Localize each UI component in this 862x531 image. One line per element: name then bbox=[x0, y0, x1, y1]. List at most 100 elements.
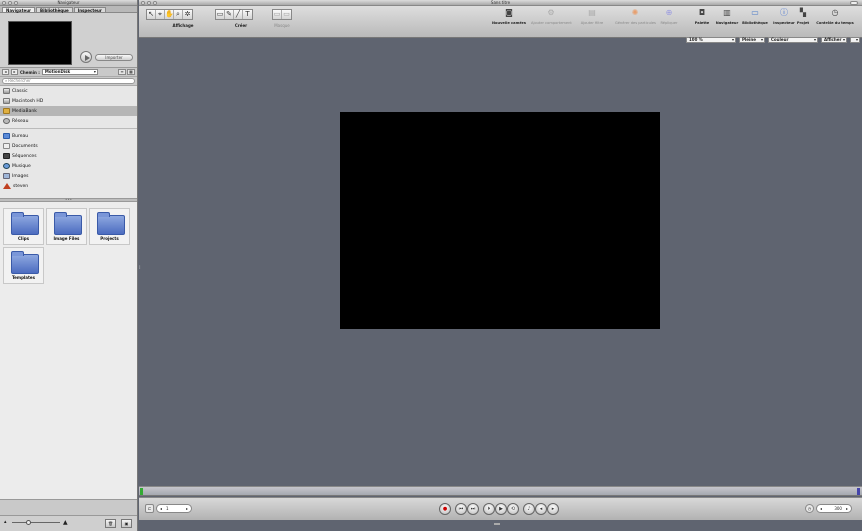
rectangle-mask-icon[interactable]: ▭ bbox=[273, 10, 282, 19]
library-label: Bibliothèque bbox=[742, 21, 768, 25]
field-stepper-icon[interactable]: ▸ bbox=[186, 505, 188, 512]
add-filter-label: Ajouter filtre bbox=[580, 21, 604, 25]
tab-inspecteur[interactable]: Inspecteur bbox=[73, 7, 106, 13]
field-stepper-icon[interactable]: ◂ bbox=[160, 505, 162, 512]
source-item-reseau[interactable]: Réseau bbox=[0, 116, 137, 126]
resize-grip-icon[interactable] bbox=[494, 523, 500, 525]
current-frame-field[interactable]: ◂ 1 ▸ bbox=[156, 504, 192, 513]
project-button[interactable]: ▚ Projet bbox=[792, 8, 814, 34]
search-input[interactable]: ⌕ Rechercher bbox=[2, 78, 135, 84]
record-button[interactable]: ● bbox=[439, 503, 451, 515]
field-stepper-icon[interactable]: ◂ bbox=[820, 505, 822, 512]
trash-button[interactable]: 🗑 bbox=[105, 519, 116, 528]
go-to-start-button[interactable]: ⏮ bbox=[455, 503, 467, 515]
anchor-tool-icon[interactable]: ⌖ bbox=[156, 10, 165, 19]
close-window-icon[interactable] bbox=[2, 1, 6, 5]
place-item-steven[interactable]: steven bbox=[0, 181, 137, 191]
replicate-label: Répliquer bbox=[660, 21, 678, 25]
library-button[interactable]: ▭ Bibliothèque bbox=[740, 8, 770, 34]
bezier-mask-icon[interactable]: ▭ bbox=[282, 10, 291, 19]
list-view-icon[interactable]: ≡ bbox=[118, 69, 126, 75]
source-item-classic[interactable]: Classic bbox=[0, 86, 137, 96]
playhead-start-marker[interactable] bbox=[140, 488, 143, 495]
icon-view-icon[interactable]: ▦ bbox=[127, 69, 135, 75]
place-item-documents[interactable]: Documents bbox=[0, 141, 137, 151]
layout-select[interactable] bbox=[850, 37, 860, 43]
file-tile-templates[interactable]: Templates bbox=[3, 247, 44, 284]
step-back-button[interactable]: ◂ bbox=[535, 503, 547, 515]
replicate-button[interactable]: ⊕ Répliquer bbox=[654, 8, 684, 34]
canvas-stage[interactable] bbox=[340, 112, 660, 329]
quality-select[interactable]: Pleine bbox=[739, 37, 765, 43]
import-button[interactable]: Importer bbox=[95, 54, 133, 61]
source-item-label: Réseau bbox=[12, 118, 29, 124]
place-item-label: Bureau bbox=[12, 133, 29, 139]
toolbar-toggle-button[interactable] bbox=[850, 1, 858, 5]
particles-icon: ✺ bbox=[631, 8, 639, 17]
channel-select[interactable]: Couleur bbox=[768, 37, 818, 43]
file-tile-clips[interactable]: Clips bbox=[3, 208, 44, 245]
close-window-icon[interactable] bbox=[141, 1, 145, 5]
file-tile-image-files[interactable]: Image Files bbox=[46, 208, 87, 245]
tab-navigateur[interactable]: Navigateur bbox=[2, 7, 36, 13]
place-item-label: Séquences bbox=[12, 153, 37, 159]
source-item-mediabank[interactable]: MediaBank bbox=[0, 106, 137, 116]
minimize-window-icon[interactable] bbox=[8, 1, 12, 5]
source-item-macintosh-hd[interactable]: Macintosh HD bbox=[0, 96, 137, 106]
forward-button[interactable]: ▸ bbox=[11, 69, 18, 75]
playhead-end-marker[interactable] bbox=[857, 488, 860, 495]
path-select[interactable]: MotionDisk bbox=[41, 69, 98, 75]
back-button[interactable]: ◂ bbox=[2, 69, 9, 75]
place-item-sequences[interactable]: Séquences bbox=[0, 151, 137, 161]
file-tile-projects[interactable]: Projects bbox=[89, 208, 130, 245]
show-overlays-select[interactable]: Afficher bbox=[821, 37, 847, 43]
network-icon bbox=[3, 118, 10, 124]
pan-tool-icon[interactable]: ✋ bbox=[165, 10, 174, 19]
zoom-window-icon[interactable] bbox=[14, 1, 18, 5]
make-particles-button[interactable]: ✺ Générer des particules bbox=[615, 8, 656, 34]
place-item-images[interactable]: Images bbox=[0, 171, 137, 181]
inspector-icon: ⓘ bbox=[780, 8, 788, 17]
audio-button[interactable]: ♪ bbox=[523, 503, 535, 515]
navigator-button[interactable]: ▥ Navigateur bbox=[712, 8, 742, 34]
field-stepper-icon[interactable]: ▸ bbox=[846, 505, 848, 512]
icon-size-slider[interactable] bbox=[12, 520, 60, 525]
select-tool-icon[interactable]: ↖ bbox=[147, 10, 156, 19]
transport-bar: ⊏ ◂ 1 ▸ ● ⏮ ⏭ ⏵ ▶ ⟲ ♪ ◂ ▸ ◷ ◂ 300 ▸ bbox=[139, 497, 862, 520]
step-forward-button[interactable]: ▸ bbox=[547, 503, 559, 515]
new-folder-button[interactable]: ▣ bbox=[121, 519, 132, 528]
text-tool-icon[interactable]: T bbox=[243, 10, 252, 19]
minimize-window-icon[interactable] bbox=[147, 1, 151, 5]
icon-size-slider-knob[interactable] bbox=[26, 520, 31, 525]
loop-button[interactable]: ⟲ bbox=[507, 503, 519, 515]
search-row: ⌕ Rechercher bbox=[0, 77, 137, 85]
go-to-end-button[interactable]: ⏭ bbox=[467, 503, 479, 515]
mini-timeline[interactable] bbox=[139, 486, 862, 496]
end-frame-field[interactable]: ◂ 300 ▸ bbox=[816, 504, 852, 513]
filter-icon: ▤ bbox=[588, 8, 596, 17]
zoom-window-icon[interactable] bbox=[153, 1, 157, 5]
play-from-start-button[interactable]: ⏵ bbox=[483, 503, 495, 515]
folder-icon bbox=[97, 212, 125, 235]
zoom-tool-icon[interactable]: ⌕ bbox=[174, 10, 183, 19]
search-icon: ⌕ bbox=[5, 78, 8, 83]
timing-pane-button[interactable]: ◷ Contrôle du temps bbox=[813, 8, 857, 34]
zoom-select[interactable]: 100 % bbox=[686, 37, 736, 43]
source-divider bbox=[0, 126, 137, 129]
add-filter-button[interactable]: ▤ Ajouter filtre bbox=[572, 8, 612, 34]
canvas-resize-handle[interactable]: ⁞ bbox=[139, 265, 142, 271]
3d-view-tool-icon[interactable]: ✲ bbox=[183, 10, 192, 19]
add-behavior-button[interactable]: ⚙ Ajouter comportement bbox=[531, 8, 572, 34]
make-particles-label: Générer des particules bbox=[615, 21, 656, 25]
place-item-bureau[interactable]: Bureau bbox=[0, 131, 137, 141]
rectangle-tool-icon[interactable]: ▭ bbox=[216, 10, 225, 19]
paint-stroke-tool-icon[interactable]: ╱ bbox=[234, 10, 243, 19]
bezier-tool-icon[interactable]: ✎ bbox=[225, 10, 234, 19]
tab-bibliotheque[interactable]: Bibliothèque bbox=[36, 7, 73, 13]
path-bar: ◂ ▸ Chemin : MotionDisk ≡ ▦ bbox=[0, 68, 137, 77]
mask-tools-group: ▭ ▭ bbox=[272, 9, 292, 20]
place-item-musique[interactable]: Musique bbox=[0, 161, 137, 171]
preview-play-button[interactable] bbox=[80, 51, 92, 63]
new-camera-button[interactable]: ◙ Nouvelle caméra bbox=[489, 8, 529, 34]
play-button[interactable]: ▶ bbox=[495, 503, 507, 515]
